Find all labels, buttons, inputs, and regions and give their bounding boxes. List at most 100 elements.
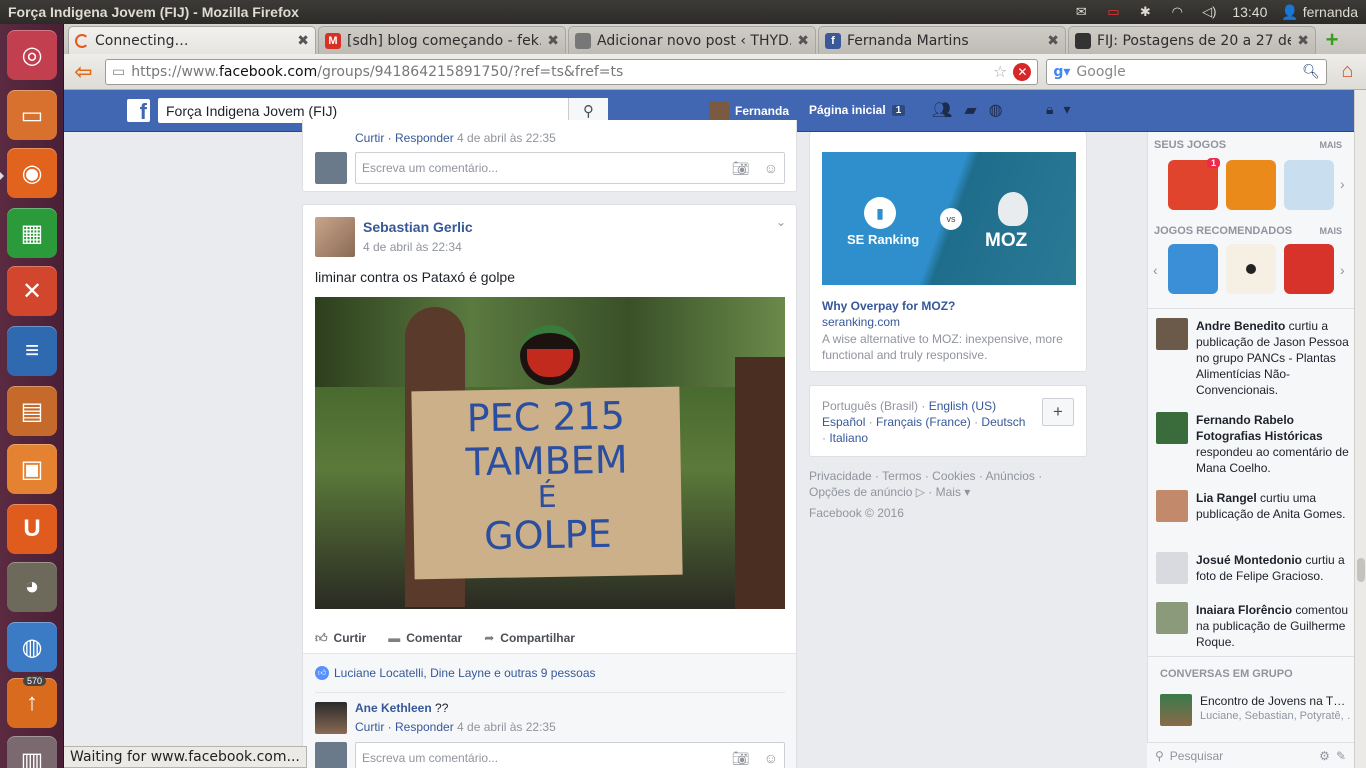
- ticker-item[interactable]: Inaiara Florêncio comentou na publicação…: [1156, 602, 1354, 650]
- clock[interactable]: 13:40: [1232, 4, 1267, 20]
- more-link[interactable]: MAIS: [1320, 140, 1343, 150]
- candy-crush-icon[interactable]: 1: [1168, 158, 1220, 210]
- post-photo[interactable]: PEC 215 TAMBEM É GOLPE: [315, 297, 785, 609]
- comment-button[interactable]: ▬ Comentar: [388, 631, 462, 646]
- comment-author[interactable]: Ane Kethleen: [355, 701, 432, 715]
- tab-fij-posts[interactable]: FIJ: Postagens de 20 a 27 de… ✖: [1068, 26, 1316, 54]
- ubuntu-dash-icon[interactable]: ◎: [7, 30, 57, 80]
- settings-icon[interactable]: ✕: [7, 266, 57, 316]
- user-menu[interactable]: 👤 fernanda: [1281, 4, 1358, 21]
- close-tab-icon[interactable]: ✖: [297, 32, 309, 49]
- share-button[interactable]: ➦ Compartilhar: [484, 631, 575, 646]
- ticker-item[interactable]: Lia Rangel curtiu uma publicação de Anit…: [1156, 490, 1354, 522]
- messages-icon[interactable]: ▰: [964, 100, 976, 120]
- stop-icon[interactable]: ✕: [1013, 62, 1032, 81]
- camera-icon[interactable]: 📷︎: [732, 750, 750, 767]
- google-icon[interactable]: g▾: [1053, 64, 1070, 80]
- bookmark-star-icon[interactable]: ☆: [993, 62, 1007, 81]
- chevron-down-icon[interactable]: ▾: [1063, 101, 1070, 118]
- search-icon[interactable]: 🔍︎: [1302, 64, 1320, 80]
- zuma-icon[interactable]: [1226, 160, 1276, 210]
- commenter-avatar[interactable]: [315, 702, 347, 734]
- trash-icon[interactable]: ▥: [7, 736, 57, 768]
- home-icon[interactable]: ⌂: [1335, 59, 1360, 85]
- mail-icon[interactable]: ✉: [1072, 5, 1090, 19]
- language-link[interactable]: Français (France): [876, 415, 971, 429]
- chromium-icon[interactable]: ◍: [7, 622, 57, 672]
- emoji-icon[interactable]: ☺: [764, 750, 778, 766]
- writer-icon[interactable]: ≡: [7, 326, 57, 376]
- gimp-icon[interactable]: ◕: [7, 562, 57, 612]
- language-link[interactable]: Italiano: [829, 431, 868, 445]
- url-bar[interactable]: ▭ https://www.facebook.com/groups/941864…: [105, 58, 1039, 85]
- ubuntu-one-icon[interactable]: U: [7, 504, 57, 554]
- like-button[interactable]: 👍︎ Curtir: [315, 631, 366, 646]
- language-link[interactable]: Español: [822, 415, 865, 429]
- likes-text[interactable]: Luciane Locatelli, Dine Layne e outras 9…: [334, 666, 596, 680]
- compose-icon[interactable]: ✎: [1336, 749, 1346, 763]
- post-options-chevron-icon[interactable]: ⌄: [776, 215, 786, 229]
- language-link[interactable]: English (US): [929, 399, 996, 413]
- firefox-icon[interactable]: ◉: [7, 148, 57, 198]
- impress-icon[interactable]: ▤: [7, 386, 57, 436]
- new-tab-button[interactable]: +: [1320, 27, 1344, 52]
- ticker-item[interactable]: Fernando Rabelo Fotografias Históricas r…: [1156, 412, 1354, 476]
- close-tab-icon[interactable]: ✖: [1297, 32, 1309, 49]
- volume-icon[interactable]: ◁): [1200, 5, 1218, 19]
- angry-birds-friends-icon[interactable]: [1284, 244, 1334, 294]
- ticker-item[interactable]: Josué Montedonio curtiu a foto de Felipe…: [1156, 552, 1354, 584]
- page-scrollbar[interactable]: [1354, 90, 1366, 768]
- files-icon[interactable]: ▭: [7, 90, 57, 140]
- close-tab-icon[interactable]: ✖: [1047, 32, 1059, 49]
- footer-links[interactable]: Privacidade · Termos · Cookies · Anúncio…: [809, 468, 1087, 484]
- more-link[interactable]: MAIS: [1320, 226, 1343, 236]
- search-bar[interactable]: g▾ Google 🔍︎: [1046, 58, 1327, 85]
- reply-links[interactable]: Curtir · Responder: [355, 720, 454, 734]
- ad-domain[interactable]: seranking.com: [822, 315, 900, 329]
- scrollbar-thumb[interactable]: [1357, 558, 1365, 582]
- author-avatar[interactable]: [315, 217, 355, 257]
- chat-search[interactable]: ⚲ Pesquisar ⚙ ✎: [1147, 742, 1354, 768]
- calc-icon[interactable]: ▦: [7, 208, 57, 258]
- update-manager-icon[interactable]: ↑ 570: [7, 676, 57, 728]
- tab-connecting[interactable]: Connecting… ✖: [68, 26, 316, 54]
- bluetooth-icon[interactable]: ✱: [1136, 5, 1154, 19]
- post-time[interactable]: 4 de abril às 22:34: [363, 240, 462, 254]
- wifi-icon[interactable]: ◠: [1168, 5, 1186, 19]
- url-text[interactable]: https://www.facebook.com/groups/94186421…: [131, 64, 987, 80]
- privacy-lock-icon[interactable]: 🔒︎: [1046, 101, 1053, 118]
- ad-image[interactable]: ▮ SE Ranking vs MOZ: [822, 152, 1076, 285]
- battery-icon[interactable]: ▭: [1104, 5, 1122, 19]
- chevron-right-icon[interactable]: ›: [1340, 262, 1345, 278]
- comment-time[interactable]: 4 de abril às 22:35: [457, 720, 556, 734]
- camera-icon[interactable]: 📷︎: [732, 160, 750, 177]
- close-tab-icon[interactable]: ✖: [797, 32, 809, 49]
- footer-links-2[interactable]: Opções de anúncio ▷ · Mais ▾: [809, 484, 1087, 500]
- close-tab-icon[interactable]: ✖: [547, 32, 559, 49]
- emoji-icon[interactable]: ☺: [764, 160, 778, 176]
- tab-gmail[interactable]: M [sdh] blog começando - fek… ✖: [318, 26, 566, 54]
- software-center-icon[interactable]: ▣: [7, 444, 57, 494]
- ticker-item[interactable]: Andre Benedito curtiu a publicação de Ja…: [1156, 318, 1354, 398]
- frozen-game-icon[interactable]: [1168, 244, 1218, 294]
- sponsored-ad[interactable]: ▮ SE Ranking vs MOZ Why Overpay for MOZ?…: [809, 132, 1087, 372]
- fb-profile-link[interactable]: Fernanda: [709, 101, 789, 121]
- notifications-globe-icon[interactable]: ◍: [989, 100, 1003, 120]
- tab-fernanda[interactable]: f Fernanda Martins ✖: [818, 26, 1066, 54]
- ad-title[interactable]: Why Overpay for MOZ?: [822, 299, 955, 313]
- comment-input[interactable]: Escreva um comentário... 📷︎ ☺: [355, 742, 785, 768]
- gear-icon[interactable]: ⚙: [1319, 749, 1330, 763]
- comment-input[interactable]: Escreva um comentário... 📷︎ ☺: [355, 152, 785, 184]
- chevron-right-icon[interactable]: ›: [1340, 176, 1345, 192]
- add-language-button[interactable]: +: [1042, 398, 1074, 426]
- reply-links[interactable]: Curtir · Responder: [355, 131, 454, 145]
- friend-requests-icon[interactable]: 👥︎: [932, 100, 952, 120]
- facebook-logo-icon[interactable]: f: [127, 99, 150, 123]
- clock-game-icon[interactable]: [1226, 244, 1276, 294]
- millionaire-city-icon[interactable]: [1284, 160, 1334, 210]
- back-button[interactable]: ⇦: [70, 58, 97, 86]
- fb-home-link[interactable]: Página inicial 1: [809, 103, 906, 117]
- post-author[interactable]: Sebastian Gerlic: [363, 219, 473, 235]
- comment-time[interactable]: 4 de abril às 22:35: [457, 131, 556, 145]
- language-link[interactable]: Deutsch: [981, 415, 1025, 429]
